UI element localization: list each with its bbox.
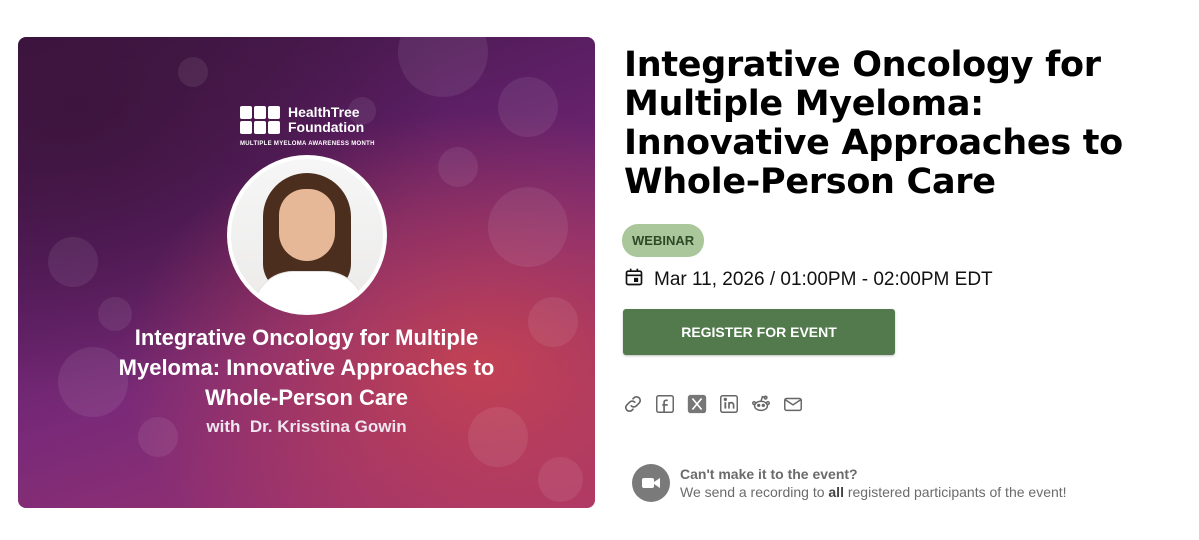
banner-speaker: with Dr. Krisstina Gowin (206, 417, 407, 436)
logo-line2: Foundation (288, 119, 365, 135)
register-button[interactable]: REGISTER FOR EVENT (623, 309, 895, 355)
banner-title-line3: Whole-Person Care (205, 385, 408, 410)
banner-title-line2: Myeloma: Innovative Approaches to (118, 355, 495, 380)
share-bar (622, 393, 804, 415)
recording-description: We send a recording to all registered pa… (680, 484, 1067, 500)
facebook-icon[interactable] (654, 393, 676, 415)
email-icon[interactable] (782, 393, 804, 415)
recording-notice: Can't make it to the event? We send a re… (632, 464, 1067, 502)
event-type-badge: WEBINAR (622, 224, 705, 257)
event-datetime: Mar 11, 2026 / 01:00PM - 02:00PM EDT (624, 267, 993, 292)
healthtree-logo: HealthTree Foundation (240, 105, 364, 135)
event-datetime-text: Mar 11, 2026 / 01:00PM - 02:00PM EDT (654, 268, 993, 290)
banner-title: Integrative Oncology for Multiple Myelom… (18, 323, 595, 413)
x-icon[interactable] (686, 393, 708, 415)
link-icon[interactable] (622, 393, 644, 415)
banner-title-line1: Integrative Oncology for Multiple (134, 325, 479, 350)
linkedin-icon[interactable] (718, 393, 740, 415)
logo-line1: HealthTree (288, 104, 360, 120)
healthtree-logo-icon (240, 106, 280, 134)
recording-emphasis: all (828, 484, 844, 500)
calendar-icon (624, 267, 644, 292)
logo-subtitle: MULTIPLE MYELOMA AWARENESS MONTH (240, 141, 375, 147)
speaker-portrait (227, 155, 387, 315)
event-title: Integrative Oncology for Multiple Myelom… (624, 45, 1123, 202)
event-banner-image: HealthTree Foundation MULTIPLE MYELOMA A… (18, 37, 595, 508)
reddit-icon[interactable] (750, 393, 772, 415)
recording-title: Can't make it to the event? (680, 466, 858, 482)
video-camera-icon (632, 464, 670, 502)
